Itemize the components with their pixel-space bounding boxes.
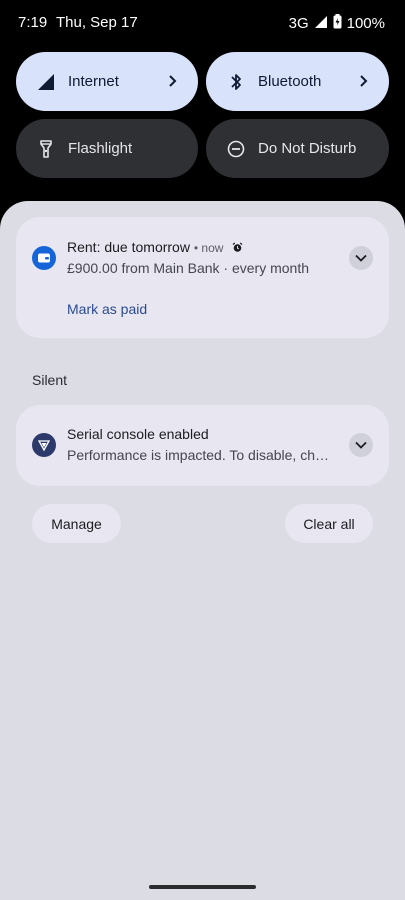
bluetooth-icon xyxy=(224,70,248,94)
wallet-icon xyxy=(32,246,56,270)
status-date: Thu, Sep 17 xyxy=(56,14,138,31)
alarm-icon xyxy=(232,240,243,256)
gesture-handle[interactable] xyxy=(149,885,256,889)
tile-dnd-label: Do Not Disturb xyxy=(258,140,357,157)
network-type: 3G xyxy=(288,15,309,32)
signal-icon xyxy=(34,70,58,94)
tile-bluetooth-label: Bluetooth xyxy=(258,73,322,90)
notification-title: Serial console enabled xyxy=(67,426,209,442)
shield-icon xyxy=(32,433,56,457)
tile-flashlight[interactable]: Flashlight xyxy=(16,119,198,178)
chevron-right-icon xyxy=(162,71,182,91)
minus-circle-icon xyxy=(224,137,248,161)
notification-title: Rent: due tomorrow xyxy=(67,239,190,255)
status-time: 7:19 xyxy=(18,14,48,31)
flashlight-icon xyxy=(34,137,58,161)
tile-bluetooth[interactable]: Bluetooth xyxy=(206,52,389,111)
tile-internet[interactable]: Internet xyxy=(16,52,198,111)
status-icons: 3G 100% xyxy=(289,14,385,33)
tile-do-not-disturb[interactable]: Do Not Disturb xyxy=(206,119,389,178)
clear-all-button[interactable]: Clear all xyxy=(285,504,373,543)
battery-icon xyxy=(333,14,342,33)
expand-notification-button[interactable] xyxy=(349,246,373,270)
status-bar: 7:19 Thu, Sep 17 3G 100% xyxy=(0,0,405,46)
notification-rent[interactable]: Rent: due tomorrow • now £900.00 from Ma… xyxy=(16,217,389,338)
mark-as-paid-button[interactable]: Mark as paid xyxy=(67,301,147,317)
manage-button[interactable]: Manage xyxy=(32,504,121,543)
section-label-silent: Silent xyxy=(32,372,68,388)
notification-time: now xyxy=(201,241,224,255)
battery-level: 100% xyxy=(346,15,385,32)
notification-serial-console[interactable]: Serial console enabled Performance is im… xyxy=(16,405,389,486)
notification-rent-header: Rent: due tomorrow • now xyxy=(67,239,243,256)
tile-internet-label: Internet xyxy=(68,73,119,90)
chevron-right-icon xyxy=(353,71,373,91)
tile-flashlight-label: Flashlight xyxy=(68,140,133,157)
notification-body: £900.00 from Main Bank · every month xyxy=(67,260,310,276)
notification-body: Performance is impacted. To disable, che… xyxy=(67,447,332,463)
signal-icon xyxy=(314,15,328,33)
expand-notification-button[interactable] xyxy=(349,433,373,457)
